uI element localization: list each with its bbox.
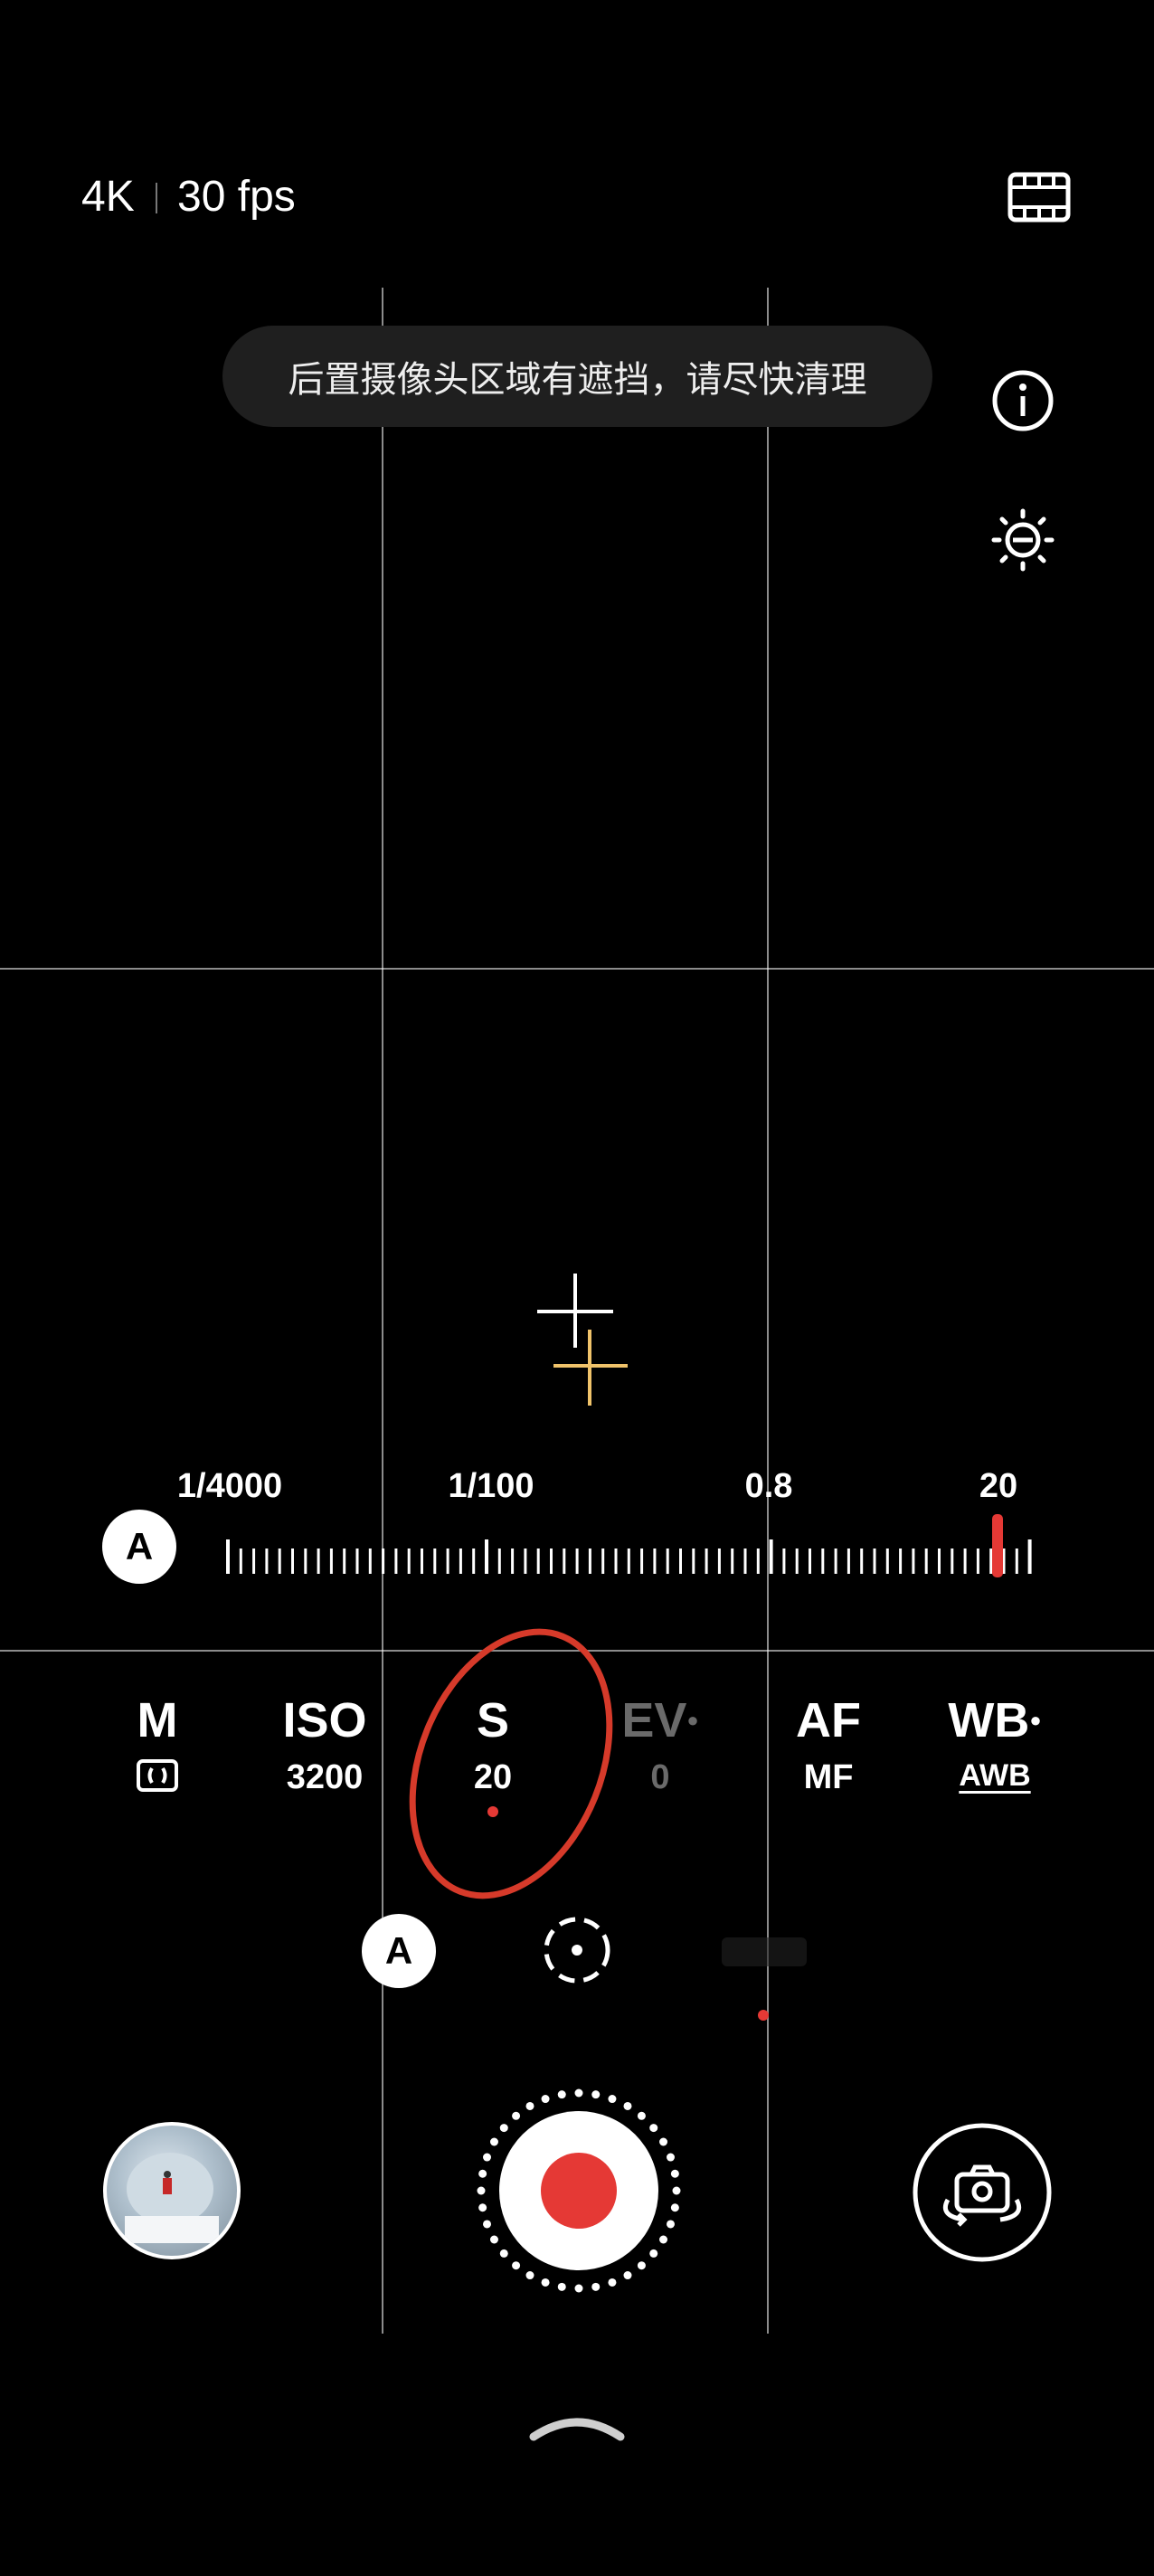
record-ring-dot <box>512 2261 521 2270</box>
record-icon <box>541 2153 617 2229</box>
record-ring-dot <box>672 2186 681 2195</box>
record-ring-dot <box>499 2249 508 2258</box>
record-ring-dot <box>591 2282 601 2291</box>
record-ring-dot <box>478 2169 487 2178</box>
record-ring-dot <box>637 2111 646 2120</box>
chevron-up-icon[interactable] <box>528 2406 626 2442</box>
iso-param[interactable]: ISO 3200 <box>243 1691 406 1797</box>
resolution-label[interactable]: 4K <box>81 172 135 222</box>
lens-blocked-notice: 后置摄像头区域有遮挡，请尽快清理 <box>222 326 932 427</box>
record-ring-dot <box>483 2153 492 2162</box>
mode-indicator-dot <box>758 2010 769 2021</box>
record-ring-dot <box>637 2261 646 2270</box>
record-ring-dot <box>525 2271 534 2280</box>
record-ring-dot <box>659 2235 668 2244</box>
record-ring-dot <box>670 2169 679 2178</box>
focus-crosshair <box>537 1274 628 1406</box>
shutter-value-indicator <box>992 1514 1003 1577</box>
gallery-thumbnail[interactable] <box>103 2122 241 2259</box>
frame-rate-label[interactable]: 30 fps <box>177 172 296 222</box>
record-ring-dot <box>557 2090 566 2099</box>
info-icon[interactable] <box>989 367 1056 434</box>
record-ring-dot <box>489 2235 498 2244</box>
record-ring-dot <box>608 2278 617 2287</box>
record-ring-dot <box>477 2186 486 2195</box>
param-name: AF <box>796 1693 861 1747</box>
shutter-tick-label: 20 <box>979 1467 1018 1505</box>
record-ring-dot <box>623 2101 632 2110</box>
record-ring-dot <box>649 2124 658 2133</box>
record-ring-dot <box>557 2282 566 2291</box>
record-ring-dot <box>489 2137 498 2146</box>
record-ring-dot <box>541 2278 550 2287</box>
record-ring-dot <box>574 2284 583 2293</box>
shutter-tick-label: 1/4000 <box>176 1467 283 1505</box>
shutter-tick-label: 0.8 <box>744 1467 793 1505</box>
record-ring-dot <box>541 2095 550 2104</box>
exposure-icon[interactable] <box>989 507 1056 573</box>
notice-text: 后置摄像头区域有遮挡，请尽快清理 <box>288 359 867 401</box>
focus-peaking-icon[interactable] <box>541 1914 613 1986</box>
param-value: 3200 <box>286 1758 364 1796</box>
param-value: AWB <box>959 1758 1031 1793</box>
grid-line-vertical <box>767 288 769 2334</box>
record-ring-dot <box>591 2090 601 2099</box>
metering-icon <box>137 1759 178 1792</box>
grid-line-vertical <box>382 288 383 2334</box>
record-ring-dot <box>483 2220 492 2229</box>
record-ring-dot <box>666 2220 675 2229</box>
record-ring-dot <box>499 2124 508 2133</box>
param-name: WB● <box>948 1693 1042 1747</box>
sub-auto-button[interactable]: A <box>362 1914 436 1988</box>
wb-param[interactable]: WB● AWB <box>913 1691 1076 1794</box>
record-ring-dot <box>574 2088 583 2098</box>
record-ring-dot <box>478 2203 487 2212</box>
shutter-speed-slider[interactable] <box>217 1501 1049 1583</box>
divider <box>156 183 157 213</box>
record-ring-dot <box>623 2271 632 2280</box>
record-button[interactable] <box>470 2082 687 2299</box>
thumbnail-image <box>125 2153 219 2243</box>
record-ring-dot <box>666 2153 675 2162</box>
record-ring-dot <box>512 2111 521 2120</box>
param-name: ISO <box>282 1693 367 1747</box>
shutter-auto-button[interactable]: A <box>102 1510 176 1584</box>
annotation-ellipse <box>409 1628 613 1899</box>
mode-param-m[interactable]: M <box>76 1691 239 1797</box>
af-param[interactable]: AF MF <box>747 1691 910 1797</box>
record-ring-dot <box>649 2249 658 2258</box>
shutter-tick-label: 1/100 <box>448 1467 534 1505</box>
switch-camera-button[interactable] <box>912 2122 1053 2263</box>
camera-flip-icon <box>942 2164 1022 2227</box>
pro-mode-icon[interactable] <box>714 1927 814 1981</box>
param-value: MF <box>803 1758 854 1796</box>
record-ring-dot <box>670 2203 679 2212</box>
grid-line-horizontal <box>0 968 1154 970</box>
record-ring-dot <box>659 2137 668 2146</box>
record-ring-dot <box>608 2095 617 2104</box>
film-icon[interactable] <box>1007 172 1071 223</box>
param-name: M <box>137 1693 178 1747</box>
record-ring-dot <box>525 2101 534 2110</box>
